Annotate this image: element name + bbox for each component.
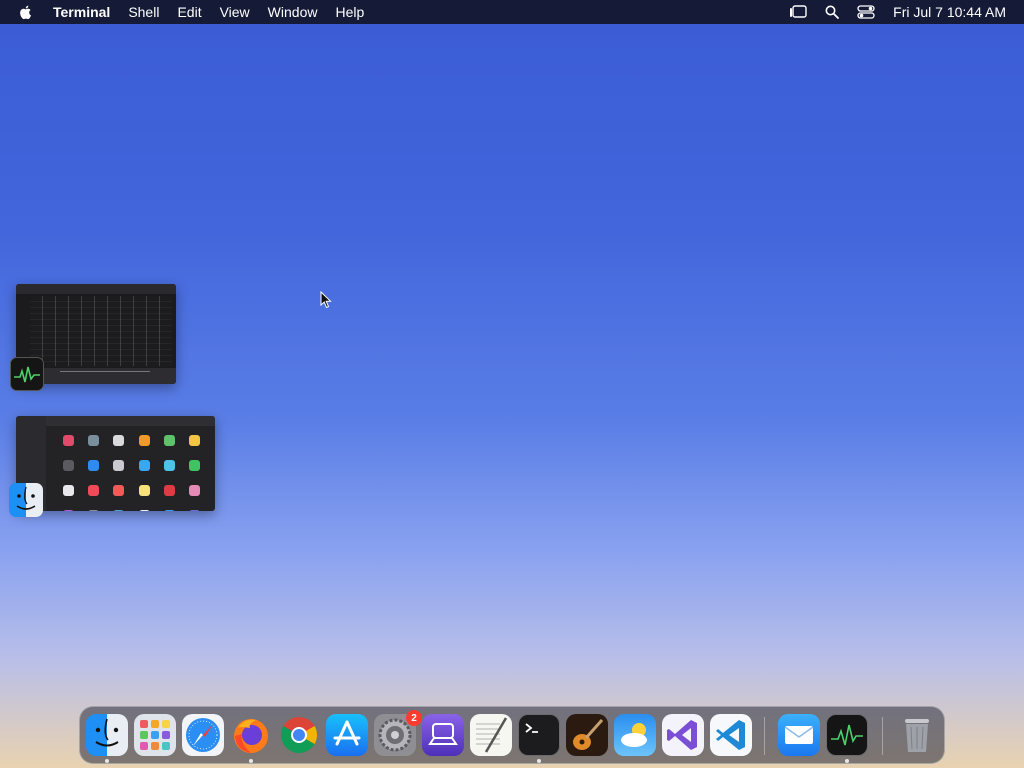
visual-studio-icon [667, 720, 697, 750]
menu-clock[interactable]: Fri Jul 7 10:44 AM [893, 4, 1006, 20]
firefox-icon [234, 719, 268, 753]
activity-monitor-icon [10, 357, 44, 391]
notification-badge: 2 [406, 710, 422, 726]
finder-toolbar [46, 416, 215, 426]
menu-help[interactable]: Help [326, 0, 373, 24]
process-table-columns [30, 296, 172, 366]
dock-system-settings[interactable]: 2 [374, 710, 422, 756]
spotlight-search-icon[interactable] [822, 4, 842, 20]
launchpad-icon [140, 720, 170, 750]
vscode-icon [716, 720, 745, 750]
running-indicator [845, 759, 849, 763]
dock: 2 [79, 706, 945, 764]
menu-bar: Terminal Shell Edit View Window Help Fri… [0, 0, 1024, 24]
finder-app-grid [56, 428, 207, 511]
apple-menu-icon[interactable] [18, 4, 34, 20]
dock-launchpad[interactable] [134, 714, 176, 756]
activity-monitor-icon [831, 724, 863, 746]
safari-icon [182, 714, 224, 756]
window-toolbar [16, 284, 176, 294]
dock-firefox[interactable] [230, 714, 272, 756]
dock-textedit[interactable] [470, 714, 512, 756]
dock-app-store[interactable] [326, 714, 368, 756]
garageband-icon [573, 719, 604, 750]
chrome-icon [280, 717, 317, 754]
stage-manager-icon[interactable] [788, 4, 808, 20]
dock-safari[interactable] [182, 714, 224, 756]
running-indicator [537, 759, 541, 763]
menu-view[interactable]: View [211, 0, 259, 24]
menu-app-name[interactable]: Terminal [44, 0, 119, 24]
app-store-icon [333, 720, 361, 746]
control-center-icon[interactable] [856, 4, 876, 20]
mail-icon [784, 726, 814, 744]
dock-separator [764, 717, 765, 755]
configurator-icon [428, 723, 458, 745]
dock-weather[interactable] [614, 714, 656, 756]
stage-window-finder[interactable] [16, 416, 215, 511]
dock-finder[interactable] [86, 714, 128, 756]
menu-shell[interactable]: Shell [119, 0, 168, 24]
dock-trash[interactable] [896, 714, 938, 756]
dock-activity-monitor[interactable] [826, 714, 868, 756]
dock-chrome[interactable] [278, 714, 320, 756]
dock-vscode[interactable] [710, 714, 752, 756]
running-indicator [105, 759, 109, 763]
textedit-icon [476, 717, 508, 753]
dock-configurator[interactable] [422, 714, 464, 756]
finder-icon [86, 714, 128, 756]
dock-mail[interactable] [778, 714, 820, 756]
finder-icon [9, 483, 43, 517]
dock-visual-studio[interactable] [662, 714, 704, 756]
mouse-cursor-icon [320, 291, 332, 309]
cpu-graph [60, 371, 150, 380]
terminal-icon [525, 723, 538, 733]
weather-icon [621, 723, 647, 747]
running-indicator [249, 759, 253, 763]
dock-terminal[interactable] [518, 714, 560, 756]
trash-icon [905, 719, 929, 752]
dock-garageband[interactable] [566, 714, 608, 756]
menu-window[interactable]: Window [259, 0, 327, 24]
dock-separator [882, 717, 883, 755]
menu-edit[interactable]: Edit [168, 0, 210, 24]
